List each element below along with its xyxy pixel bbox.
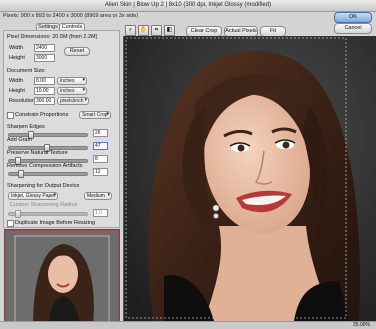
doc-height-label: Height bbox=[9, 88, 25, 94]
slider-knob[interactable] bbox=[15, 210, 21, 218]
doc-height-input[interactable]: 10.00 bbox=[34, 87, 55, 95]
resolution-label: Resolution bbox=[9, 98, 35, 104]
pixel-width-input[interactable]: 2400 bbox=[34, 44, 55, 52]
pixel-dimensions-header: Pixel Dimensions: 20.5M (from 2.2M) bbox=[7, 34, 98, 40]
compare-icon[interactable]: ◧ bbox=[164, 25, 175, 36]
resolution-unit-select[interactable]: pixels/inch bbox=[57, 97, 89, 105]
sharpen-edges-label: Sharpen Edges bbox=[7, 124, 45, 130]
window-title: Alien Skin | Blow Up 2 | 8x10 (300 dpi, … bbox=[0, 0, 376, 12]
document-size-header: Document Size: bbox=[7, 68, 46, 74]
resolution-input[interactable]: 300.00 bbox=[34, 97, 55, 105]
add-grain-input[interactable]: 47 bbox=[93, 142, 108, 150]
add-grain-label: Add Grain bbox=[7, 137, 32, 143]
remove-artifacts-input[interactable]: 12 bbox=[93, 168, 108, 176]
pixel-height-label: Height bbox=[9, 55, 25, 61]
zoom-icon[interactable]: ⌕ bbox=[125, 25, 136, 36]
pixels-info: Pixels: 900 x 893 to 2400 x 3000 (8969 a… bbox=[3, 13, 139, 19]
reset-button[interactable]: Reset bbox=[64, 47, 90, 56]
custom-radius-input[interactable]: 1.0 bbox=[93, 209, 108, 217]
constrain-proportions-checkbox[interactable] bbox=[7, 112, 14, 119]
custom-radius-slider[interactable] bbox=[8, 210, 88, 218]
duplicate-image-label: Duplicate Image Before Resizing bbox=[15, 220, 96, 226]
duplicate-image-checkbox[interactable] bbox=[7, 220, 14, 227]
sharpening-header: Sharpening for Output Device bbox=[7, 183, 80, 189]
custom-radius-label: Custom Sharpening Radius bbox=[10, 202, 78, 208]
doc-width-input[interactable]: 8.00 bbox=[34, 77, 55, 85]
doc-height-unit-select[interactable]: inches bbox=[57, 87, 87, 95]
pixel-height-input[interactable]: 3000 bbox=[34, 54, 55, 62]
hand-icon[interactable]: ✋ bbox=[138, 25, 149, 36]
pixel-width-label: Width bbox=[9, 45, 24, 51]
cancel-button[interactable]: Cancel bbox=[334, 23, 372, 34]
doc-width-unit-select[interactable]: inches bbox=[57, 77, 87, 85]
ok-button[interactable]: OK bbox=[334, 12, 372, 23]
crop-mode-select[interactable]: Smart Crop bbox=[79, 111, 111, 119]
constrain-proportions-label: Constrain Proportions bbox=[15, 112, 69, 118]
sharpen-edges-input[interactable]: 26 bbox=[93, 129, 108, 137]
thumbnail-preview[interactable] bbox=[4, 229, 120, 328]
output-device-select[interactable]: Inkjet, Glossy Paper bbox=[8, 192, 58, 200]
remove-artifacts-label: Remove Compression Artifacts bbox=[7, 163, 83, 169]
image-canvas[interactable] bbox=[123, 36, 376, 321]
doc-width-label: Width bbox=[9, 78, 24, 84]
sharpening-amount-select[interactable]: Medium bbox=[84, 192, 112, 200]
preserve-texture-input[interactable]: 8 bbox=[93, 155, 108, 163]
crop-icon[interactable]: ⌗ bbox=[151, 25, 162, 36]
remove-artifacts-slider[interactable] bbox=[8, 170, 88, 178]
app-window: Alien Skin | Blow Up 2 | 8x10 (300 dpi, … bbox=[0, 0, 376, 329]
slider-knob[interactable] bbox=[18, 170, 24, 178]
controls-panel: Pixel Dimensions: 20.5M (from 2.2M) Widt… bbox=[3, 30, 120, 228]
preserve-texture-label: Preserve Natural Texture bbox=[7, 150, 68, 156]
